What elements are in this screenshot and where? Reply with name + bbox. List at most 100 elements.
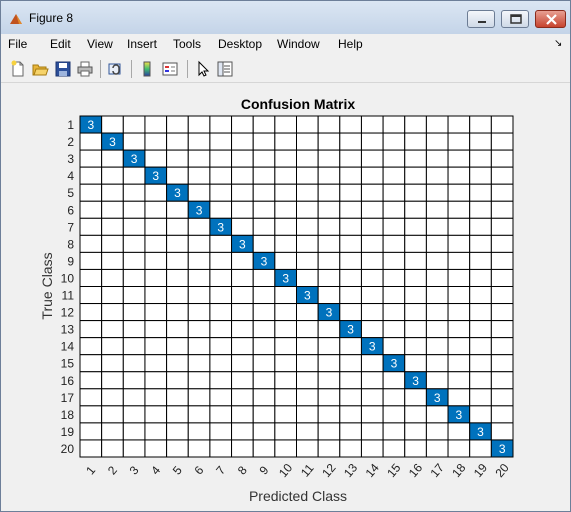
matrix-cell <box>122 371 146 390</box>
matrix-cell <box>382 337 406 356</box>
insert-legend-icon[interactable] <box>161 60 179 78</box>
matrix-cell <box>360 166 384 185</box>
matrix-cell <box>339 115 362 134</box>
edit-plot-pointer-icon[interactable] <box>194 60 212 78</box>
matrix-cell <box>252 354 276 373</box>
matrix-cell <box>490 371 514 390</box>
matrix-cell <box>274 388 298 407</box>
matrix-cell <box>144 132 168 151</box>
matrix-cell <box>144 388 168 407</box>
menu-edit[interactable]: Edit <box>50 37 71 51</box>
matrix-cell <box>231 286 254 305</box>
y-tick-label: 15 <box>61 357 75 371</box>
matrix-cell <box>339 149 362 168</box>
menu-window[interactable]: Window <box>277 37 320 51</box>
matrix-cell <box>187 234 211 253</box>
menu-insert[interactable]: Insert <box>127 37 157 51</box>
matrix-cell <box>360 303 384 322</box>
menu-tools[interactable]: Tools <box>173 37 201 51</box>
close-button[interactable] <box>535 10 566 28</box>
matrix-cell <box>447 234 471 253</box>
matrix-cell <box>252 405 276 424</box>
matrix-cell <box>144 183 168 202</box>
matrix-cell <box>122 422 146 441</box>
matrix-cell <box>209 388 233 407</box>
matrix-cell <box>209 200 233 219</box>
matrix-cell <box>187 268 211 287</box>
x-tick-label: 2 <box>105 463 120 477</box>
maximize-button[interactable] <box>501 10 529 28</box>
minimize-button[interactable] <box>467 10 495 28</box>
x-tick-label: 1 <box>83 463 98 477</box>
matrix-cell <box>144 286 168 305</box>
matrix-cell <box>122 183 146 202</box>
menu-file[interactable]: File <box>8 37 27 51</box>
cell-value-label: 3 <box>261 254 268 268</box>
matrix-cell <box>187 422 211 441</box>
matrix-cell <box>469 217 492 236</box>
title-bar[interactable]: Figure 8 <box>1 1 570 34</box>
save-icon[interactable] <box>54 60 72 78</box>
menu-desktop[interactable]: Desktop <box>218 37 262 51</box>
print-icon[interactable] <box>76 60 94 78</box>
matrix-cell <box>317 200 341 219</box>
matrix-cell <box>447 132 471 151</box>
matrix-cell <box>79 149 103 168</box>
new-figure-icon[interactable] <box>9 60 27 78</box>
open-file-icon[interactable] <box>31 60 49 78</box>
matrix-cell <box>231 200 254 219</box>
matrix-cell <box>144 371 168 390</box>
matrix-cell <box>122 251 146 270</box>
matrix-cell <box>490 303 514 322</box>
property-inspector-icon[interactable] <box>216 60 234 78</box>
matrix-cell <box>360 320 384 339</box>
cell-value-label: 3 <box>499 442 506 456</box>
x-tick-label: 4 <box>148 463 163 477</box>
y-tick-label: 7 <box>67 220 74 234</box>
matrix-cell <box>166 405 189 424</box>
matrix-cell <box>317 132 341 151</box>
matrix-cell <box>469 354 492 373</box>
matrix-cell <box>166 337 189 356</box>
x-tick-label: 14 <box>363 461 383 480</box>
matrix-cell <box>231 268 254 287</box>
matrix-cell <box>122 320 146 339</box>
matrix-cell <box>339 234 362 253</box>
matrix-cell <box>296 439 319 458</box>
matrix-cell <box>296 268 319 287</box>
matrix-cell <box>447 183 471 202</box>
matrix-cell <box>209 183 233 202</box>
matrix-cell <box>360 183 384 202</box>
cell-value-label: 3 <box>174 186 181 200</box>
matrix-cell <box>274 303 298 322</box>
matrix-cell <box>425 286 449 305</box>
y-tick-label: 2 <box>67 135 74 149</box>
matrix-cell <box>252 217 276 236</box>
menu-view[interactable]: View <box>87 37 113 51</box>
matrix-cell <box>469 337 492 356</box>
matrix-cell <box>101 439 124 458</box>
x-tick-label: 10 <box>276 461 296 480</box>
matrix-cell <box>144 217 168 236</box>
insert-colorbar-icon[interactable] <box>138 60 156 78</box>
cell-value-label: 3 <box>326 306 333 320</box>
matrix-cell <box>274 320 298 339</box>
matrix-cell <box>252 337 276 356</box>
matrix-cell <box>296 422 319 441</box>
link-plot-icon[interactable] <box>107 60 125 78</box>
matrix-cell <box>296 166 319 185</box>
matrix-cell <box>447 388 471 407</box>
cell-value-label: 3 <box>347 323 354 337</box>
matrix-cell <box>469 166 492 185</box>
matrix-cell <box>317 217 341 236</box>
matrix-cell <box>360 354 384 373</box>
matrix-cell <box>209 303 233 322</box>
matrix-cell <box>252 132 276 151</box>
x-tick-label: 12 <box>319 461 339 480</box>
matrix-cell <box>231 371 254 390</box>
menu-help[interactable]: Help <box>338 37 363 51</box>
matrix-cell <box>101 320 124 339</box>
matrix-cell <box>122 115 146 134</box>
menu-dock-arrow-icon[interactable]: ↘ <box>554 38 562 49</box>
matrix-cell <box>144 354 168 373</box>
